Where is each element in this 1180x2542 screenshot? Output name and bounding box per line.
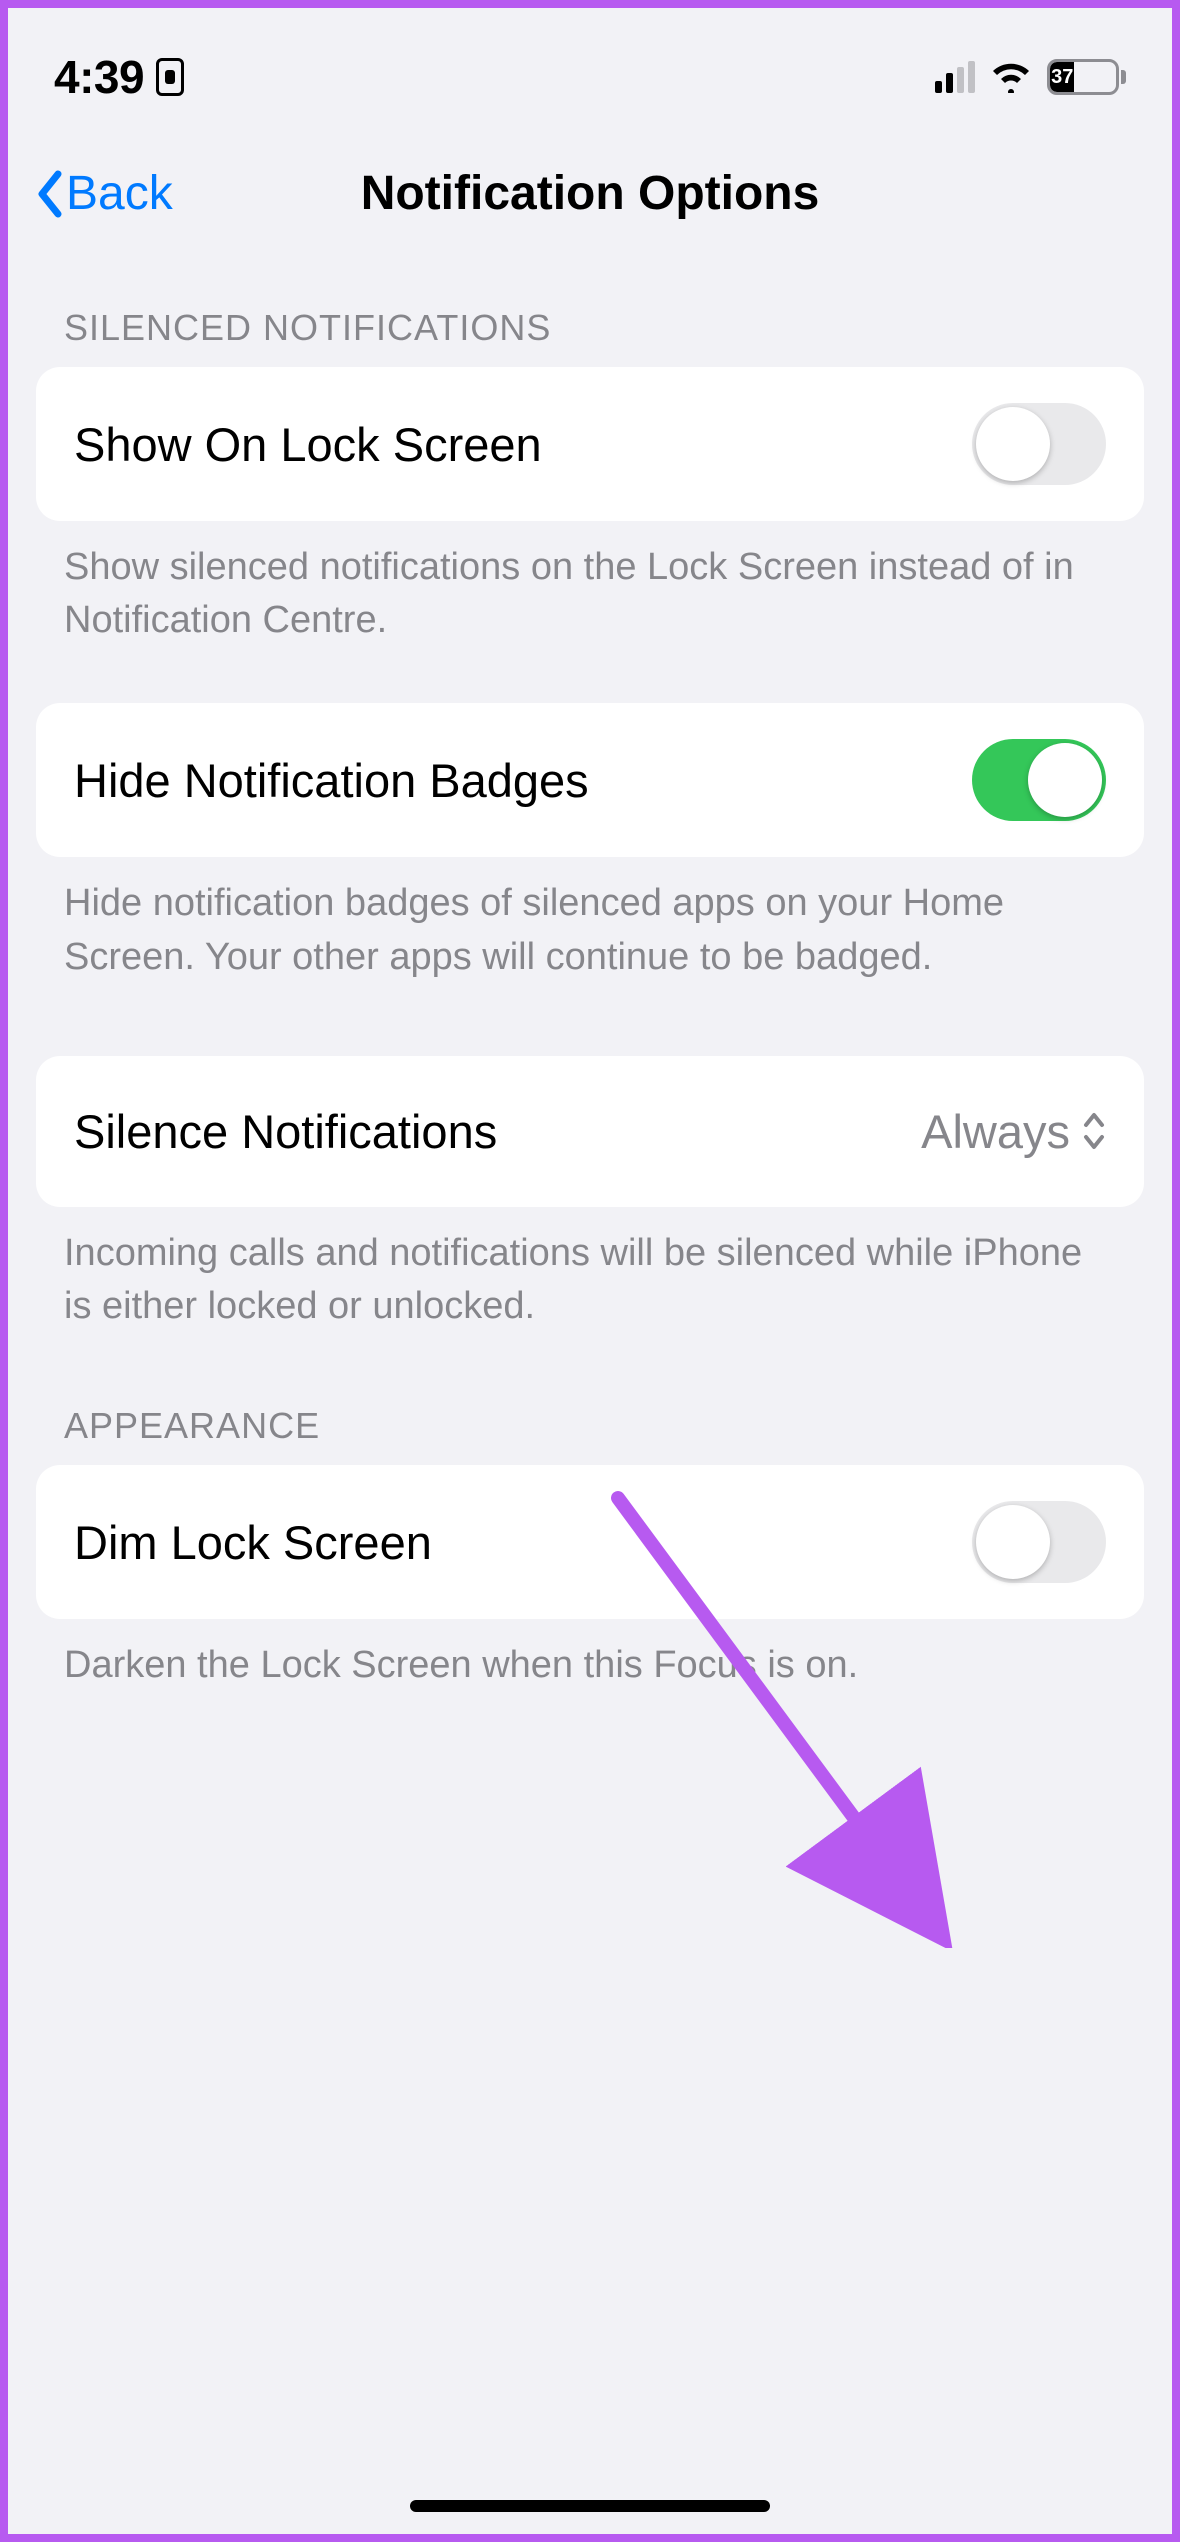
up-down-chevron-icon — [1082, 1111, 1106, 1151]
toggle-hide-notification-badges[interactable] — [972, 739, 1106, 821]
page-title: Notification Options — [361, 166, 820, 221]
row-show-on-lock-screen[interactable]: Show On Lock Screen — [36, 367, 1144, 521]
section-header-appearance: APPEARANCE — [36, 1333, 1144, 1465]
battery-icon: 37 — [1047, 59, 1126, 95]
footer-dim-lock: Darken the Lock Screen when this Focus i… — [36, 1619, 1144, 1692]
footer-show-on-lock-screen: Show silenced notifications on the Lock … — [36, 521, 1144, 647]
battery-level: 37 — [1050, 62, 1074, 92]
row-silence-notifications[interactable]: Silence Notifications Always — [36, 1056, 1144, 1207]
toggle-dim-lock-screen[interactable] — [972, 1501, 1106, 1583]
back-button[interactable]: Back — [36, 166, 173, 221]
row-label: Silence Notifications — [74, 1104, 497, 1159]
row-label: Hide Notification Badges — [74, 753, 589, 808]
battery-percent: 37 — [1051, 66, 1073, 89]
section-header-silenced: SILENCED NOTIFICATIONS — [36, 261, 1144, 367]
status-bar: 4:39 37 — [8, 8, 1172, 128]
clock: 4:39 — [54, 50, 144, 104]
back-label: Back — [66, 166, 173, 221]
sim-card-icon — [156, 58, 184, 96]
row-label: Show On Lock Screen — [74, 417, 542, 472]
app-frame: 4:39 37 — [8, 8, 1172, 2534]
silence-notifications-value[interactable]: Always — [921, 1104, 1106, 1159]
chevron-left-icon — [36, 170, 64, 218]
status-right: 37 — [935, 59, 1126, 95]
footer-silence: Incoming calls and notifications will be… — [36, 1207, 1144, 1333]
wifi-icon — [989, 61, 1033, 93]
row-label: Dim Lock Screen — [74, 1515, 432, 1570]
select-value: Always — [921, 1104, 1070, 1159]
navbar: Back Notification Options — [8, 128, 1172, 261]
content: SILENCED NOTIFICATIONS Show On Lock Scre… — [8, 261, 1172, 1692]
toggle-show-on-lock-screen[interactable] — [972, 403, 1106, 485]
status-left: 4:39 — [54, 50, 184, 104]
footer-hide-badges: Hide notification badges of silenced app… — [36, 857, 1144, 983]
home-indicator[interactable] — [410, 2500, 770, 2512]
cellular-signal-icon — [935, 61, 975, 93]
row-hide-notification-badges[interactable]: Hide Notification Badges — [36, 703, 1144, 857]
row-dim-lock-screen[interactable]: Dim Lock Screen — [36, 1465, 1144, 1619]
